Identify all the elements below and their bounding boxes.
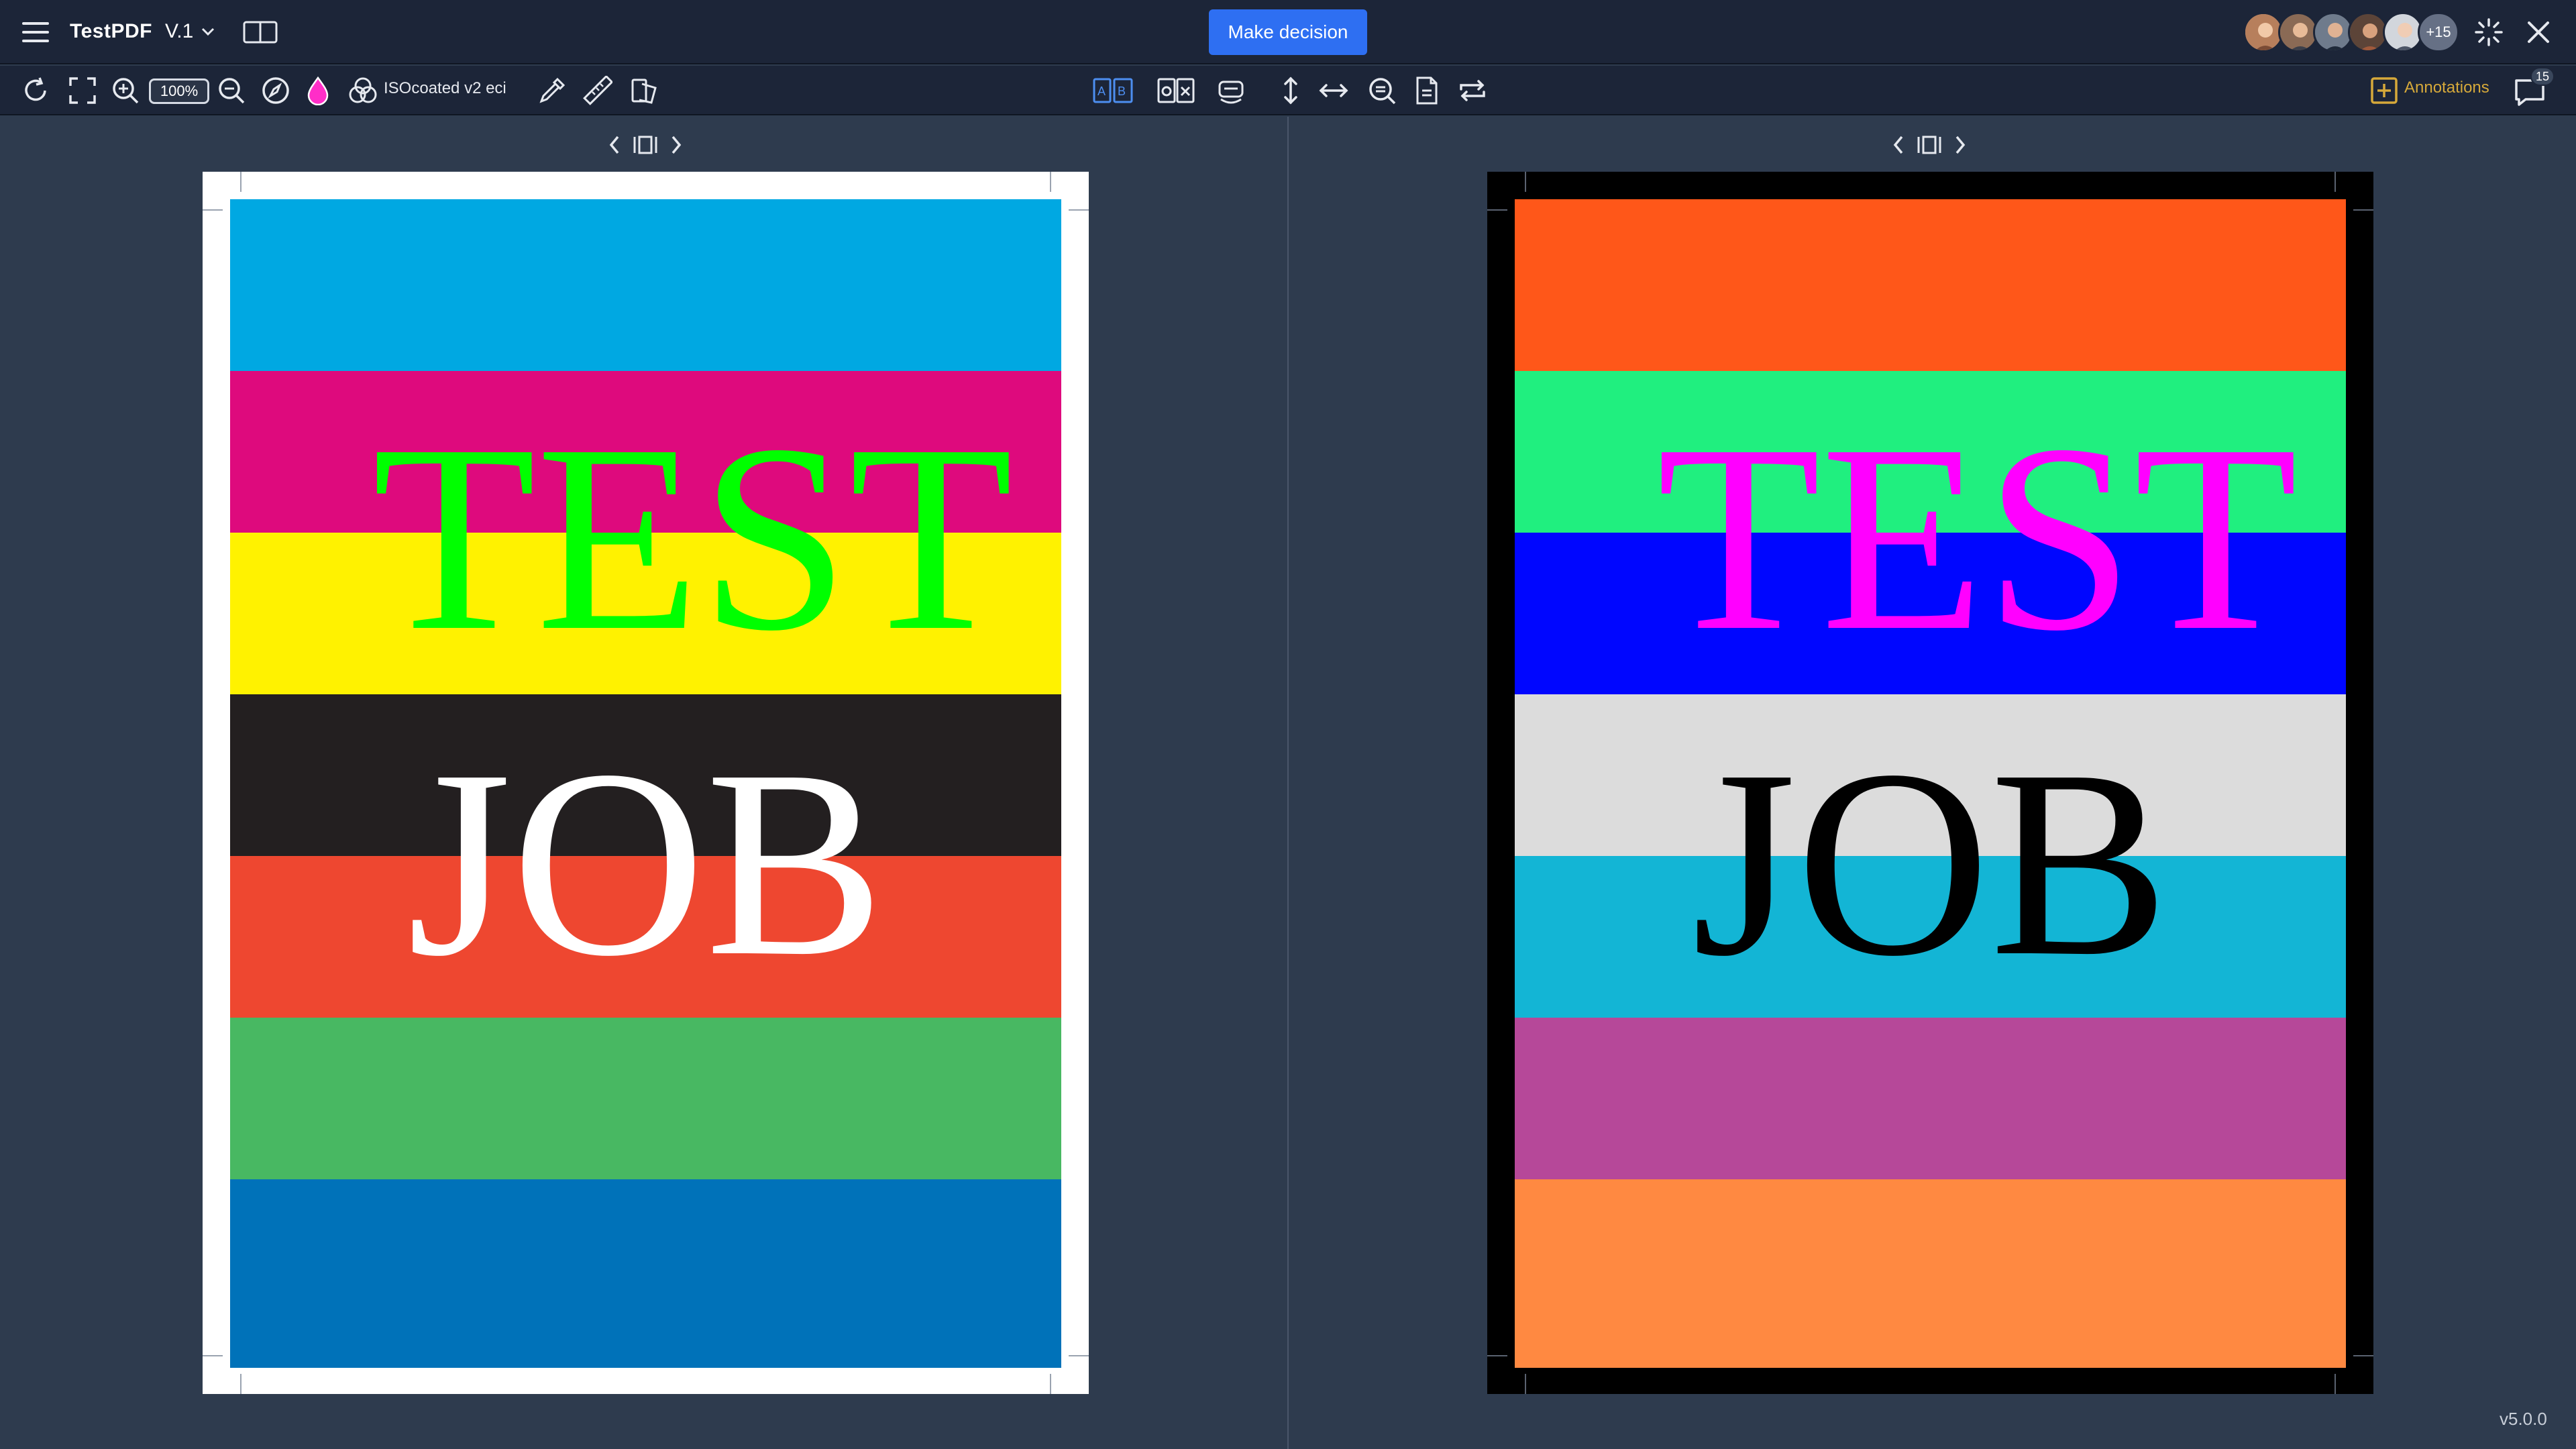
zoom-fit-icon[interactable]: [1366, 74, 1398, 107]
color-separations-icon[interactable]: [347, 75, 378, 106]
app-version-label: v5.0.0: [2500, 1409, 2547, 1429]
right-page-navigator: [1889, 131, 1970, 158]
next-page-icon[interactable]: [667, 131, 686, 158]
page-word-bottom: JOB: [1691, 714, 2169, 1012]
crop-mark: [2353, 1355, 2373, 1356]
previous-page-icon[interactable]: [1889, 131, 1908, 158]
crop-mark: [1050, 172, 1051, 192]
crop-mark: [240, 172, 241, 192]
color-profile-label[interactable]: ISOcoated v2 eci: [384, 79, 506, 98]
crop-mark: [1525, 1374, 1526, 1394]
side-by-side-compare-icon[interactable]: AB: [1092, 74, 1134, 107]
avatar[interactable]: [2278, 12, 2318, 52]
more-collaborators-badge[interactable]: +15: [2418, 12, 2459, 52]
page-word-top: TEST: [372, 389, 1014, 686]
left-page-artwork: TEST JOB: [230, 199, 1061, 1368]
page-word-bottom: JOB: [407, 714, 885, 1012]
toolbar: 100% ISOcoated v2 eci AB Annotations 15: [0, 66, 2576, 115]
compare-workspace: TEST JOB TEST JOB: [0, 117, 2576, 1449]
annotations-label[interactable]: Annotations: [2404, 78, 2489, 97]
version-selector[interactable]: V.1: [165, 20, 216, 43]
crop-mark: [1050, 1374, 1051, 1394]
fit-width-icon[interactable]: [1318, 74, 1350, 107]
avatar[interactable]: [2243, 12, 2284, 52]
color-band: [230, 1018, 1061, 1179]
zoom-out-icon[interactable]: [216, 75, 247, 106]
ruler-icon[interactable]: [582, 75, 613, 106]
color-band: [230, 1179, 1061, 1368]
zoom-in-icon[interactable]: [110, 75, 141, 106]
crop-mark: [2353, 209, 2373, 211]
swap-versions-icon[interactable]: [1456, 74, 1489, 107]
add-annotation-icon[interactable]: [2369, 75, 2399, 106]
svg-text:A: A: [1097, 85, 1106, 98]
color-band: [1515, 1179, 2346, 1368]
right-page-artwork: TEST JOB: [1515, 199, 2346, 1368]
page-word-top: TEST: [1656, 389, 2298, 686]
compare-overlay-icon[interactable]: [629, 75, 660, 106]
chevron-down-icon: [200, 23, 216, 40]
crop-mark: [2334, 172, 2336, 192]
right-document-page[interactable]: TEST JOB: [1487, 172, 2373, 1394]
single-page-view-icon[interactable]: [631, 131, 660, 158]
compass-icon[interactable]: [260, 75, 291, 106]
crop-mark: [1069, 1355, 1089, 1356]
version-label: V.1: [165, 20, 194, 42]
make-decision-button[interactable]: Make decision: [1209, 9, 1367, 55]
previous-page-icon[interactable]: [605, 131, 624, 158]
crop-mark: [1525, 172, 1526, 192]
fit-height-icon[interactable]: [1279, 74, 1303, 107]
color-band: [1515, 199, 2346, 371]
menu-icon[interactable]: [20, 19, 51, 46]
crop-mark: [1487, 1355, 1507, 1356]
color-band: [1515, 1018, 2346, 1179]
crop-mark: [2334, 1374, 2336, 1394]
difference-view-icon[interactable]: [1157, 74, 1195, 107]
avatar[interactable]: [2313, 12, 2353, 52]
fullscreen-icon[interactable]: [67, 75, 98, 106]
loading-spinner-icon: [2474, 17, 2504, 47]
crop-mark: [1069, 209, 1089, 211]
refresh-icon[interactable]: [20, 75, 51, 106]
left-page-navigator: [605, 131, 686, 158]
text-compare-icon[interactable]: [1214, 74, 1248, 107]
top-bar: TestPDF V.1 Make decision +15: [0, 0, 2576, 64]
next-page-icon[interactable]: [1951, 131, 1970, 158]
single-page-view-icon[interactable]: [1915, 131, 1944, 158]
avatar[interactable]: [2348, 12, 2388, 52]
zoom-level[interactable]: 100%: [149, 78, 209, 104]
document-info-icon[interactable]: [1411, 74, 1442, 107]
color-band: [230, 199, 1061, 371]
crop-mark: [240, 1374, 241, 1394]
pane-divider[interactable]: [1287, 117, 1289, 1449]
app-title: TestPDF: [70, 20, 152, 42]
svg-text:B: B: [1118, 85, 1126, 98]
crop-mark: [203, 1355, 223, 1356]
color-drop-icon[interactable]: [305, 75, 331, 106]
close-icon[interactable]: [2525, 19, 2552, 46]
comments-count-badge: 15: [2530, 67, 2555, 86]
split-view-icon[interactable]: [241, 19, 279, 46]
crop-mark: [203, 209, 223, 211]
eyedropper-icon[interactable]: [537, 75, 568, 106]
crop-mark: [1487, 209, 1507, 211]
avatar[interactable]: [2383, 12, 2423, 52]
left-document-page[interactable]: TEST JOB: [203, 172, 1089, 1394]
